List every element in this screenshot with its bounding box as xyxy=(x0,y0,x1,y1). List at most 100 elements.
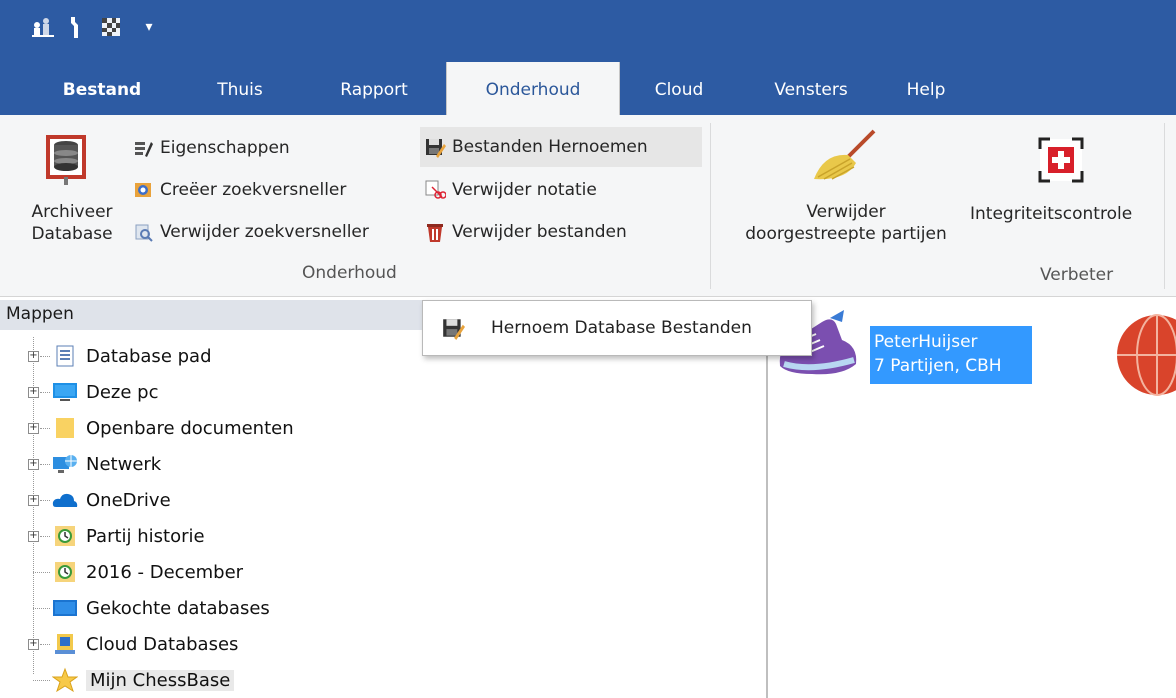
verwijder-doorgestreept-line2: doorgestreepte partijen xyxy=(745,224,947,244)
tree-item-mijn-chessbase[interactable]: Mijn ChessBase xyxy=(52,664,235,696)
tree-item-2016-december[interactable]: 2016 - December xyxy=(52,556,243,588)
remove-search-accelerator-icon xyxy=(132,221,154,243)
rename-database-files-menu-item[interactable]: Hernoem Database Bestanden xyxy=(422,300,812,356)
tree-connector xyxy=(40,392,50,393)
computer-icon xyxy=(52,379,78,405)
tree-connector xyxy=(40,356,50,357)
tree-connector xyxy=(40,536,50,537)
rename-files-icon xyxy=(439,314,467,342)
bestanden-hernoemen-button[interactable]: Bestanden Hernoemen xyxy=(420,127,702,167)
expand-toggle[interactable]: + xyxy=(28,639,39,650)
eigenschappen-label: Eigenschappen xyxy=(160,138,290,158)
tree-item-database-pad[interactable]: Database pad xyxy=(52,340,212,372)
tree-connector xyxy=(40,464,50,465)
archive-label-line1: Archiveer xyxy=(31,202,113,222)
integrity-check-icon[interactable] xyxy=(1036,135,1086,185)
bestanden-hernoemen-label: Bestanden Hernoemen xyxy=(452,137,648,157)
tree-item-label: Partij historie xyxy=(86,525,205,547)
tree-item-label: Deze pc xyxy=(86,381,159,403)
folder-icon xyxy=(52,415,78,441)
history-icon xyxy=(52,523,78,549)
tree-item-label: Gekochte databases xyxy=(86,597,270,619)
verwijder-zoekversneller-button[interactable]: Verwijder zoekversneller xyxy=(132,218,369,246)
tree-connector xyxy=(40,428,50,429)
tree-item-label: OneDrive xyxy=(86,489,171,511)
group-label-verbeter: Verbeter xyxy=(1040,265,1114,285)
ribbon-panel: Archiveer Database Eigenschappen Creëer … xyxy=(0,115,1176,297)
wrench-icon[interactable] xyxy=(62,14,88,40)
verwijder-notatie-button[interactable]: Verwijder notatie xyxy=(424,176,597,204)
verwijder-doorgestreepte-button[interactable]: Verwijder doorgestreepte partijen xyxy=(722,201,970,245)
tree-connector xyxy=(33,680,50,681)
tab-vensters[interactable]: Vensters xyxy=(756,62,866,115)
tree-connector xyxy=(40,500,50,501)
tab-thuis[interactable]: Thuis xyxy=(200,62,280,115)
tree-item-onedrive[interactable]: OneDrive xyxy=(52,484,171,516)
purchased-databases-icon xyxy=(52,595,78,621)
tree-connector xyxy=(33,608,50,609)
group-separator xyxy=(710,123,711,289)
eigenschappen-button[interactable]: Eigenschappen xyxy=(132,134,290,162)
archive-database-icon[interactable] xyxy=(44,133,94,185)
database-info: 7 Partijen, CBH xyxy=(874,356,1002,376)
creeer-zoekversneller-label: Creëer zoekversneller xyxy=(160,180,347,200)
tree-item-deze-pc[interactable]: Deze pc xyxy=(52,376,159,408)
creeer-zoekversneller-button[interactable]: Creëer zoekversneller xyxy=(132,176,346,204)
expand-toggle[interactable]: + xyxy=(28,351,39,362)
database-path-icon xyxy=(52,343,78,369)
expand-toggle[interactable]: + xyxy=(28,495,39,506)
expand-toggle[interactable]: + xyxy=(28,387,39,398)
tab-cloud[interactable]: Cloud xyxy=(636,62,722,115)
tree-item-label: Netwerk xyxy=(86,453,162,475)
tree-item-label: Mijn ChessBase xyxy=(86,669,235,691)
popup-label: Hernoem Database Bestanden xyxy=(491,318,752,338)
database-item-peterhuijser[interactable]: PeterHuijser 7 Partijen, CBH xyxy=(870,326,1032,384)
tree-item-openbare-documenten[interactable]: Openbare documenten xyxy=(52,412,294,444)
tree-item-partij-historie[interactable]: Partij historie xyxy=(52,520,205,552)
search-accelerator-icon xyxy=(132,179,154,201)
tree-item-gekochte-databases[interactable]: Gekochte databases xyxy=(52,592,270,624)
network-icon xyxy=(52,451,78,477)
tree-item-label: Cloud Databases xyxy=(86,633,239,655)
history-icon xyxy=(52,559,78,585)
tab-help[interactable]: Help xyxy=(888,62,964,115)
remove-notation-icon xyxy=(424,179,446,201)
delete-files-icon xyxy=(424,221,446,243)
verwijder-zoekversneller-label: Verwijder zoekversneller xyxy=(160,222,369,242)
tree-item-label: 2016 - December xyxy=(86,561,244,583)
verwijder-notatie-label: Verwijder notatie xyxy=(452,180,597,200)
tree-connector xyxy=(33,572,50,573)
tab-bestand[interactable]: Bestand xyxy=(52,62,152,115)
integriteitscontrole-button[interactable]: Integriteitscontrole xyxy=(970,203,1176,225)
archive-database-button[interactable]: Archiveer Database xyxy=(22,201,122,245)
expand-toggle[interactable]: + xyxy=(28,423,39,434)
group-separator xyxy=(1164,123,1165,289)
tree-item-netwerk[interactable]: Netwerk xyxy=(52,448,161,480)
expand-toggle[interactable]: + xyxy=(28,531,39,542)
board-icon[interactable] xyxy=(98,14,124,40)
tab-onderhoud[interactable]: Onderhoud xyxy=(446,62,620,115)
tree-item-label: Openbare documenten xyxy=(86,417,294,439)
folder-tree[interactable]: + Database pad + Deze pc + Openbare docu… xyxy=(0,331,766,698)
onedrive-cloud-icon xyxy=(52,487,78,513)
database-globe-icon[interactable] xyxy=(1112,310,1176,400)
title-bar: ▾ xyxy=(0,0,1176,62)
chess-pieces-icon[interactable] xyxy=(30,14,56,40)
tree-item-label: Database pad xyxy=(86,345,212,367)
tree-item-cloud-databases[interactable]: Cloud Databases xyxy=(52,628,238,660)
database-name: PeterHuijser xyxy=(874,332,978,352)
verwijder-bestanden-label: Verwijder bestanden xyxy=(452,222,627,242)
dropdown-arrow-icon[interactable]: ▾ xyxy=(136,14,162,40)
star-icon xyxy=(52,667,78,693)
expand-toggle[interactable]: + xyxy=(28,459,39,470)
properties-icon xyxy=(132,137,154,159)
tree-connector xyxy=(40,644,50,645)
tab-rapport[interactable]: Rapport xyxy=(318,62,430,115)
ribbon-tab-strip: Bestand Thuis Rapport Onderhoud Cloud Ve… xyxy=(0,62,1176,115)
broom-icon[interactable] xyxy=(804,129,878,187)
verwijder-bestanden-button[interactable]: Verwijder bestanden xyxy=(424,218,627,246)
chessbase-window: ▾ Bestand Thuis Rapport Onderhoud Cloud … xyxy=(0,0,1176,698)
group-label-onderhoud: Onderhoud xyxy=(302,263,397,283)
archive-label-line2: Database xyxy=(31,224,113,244)
cloud-database-icon xyxy=(52,631,78,657)
